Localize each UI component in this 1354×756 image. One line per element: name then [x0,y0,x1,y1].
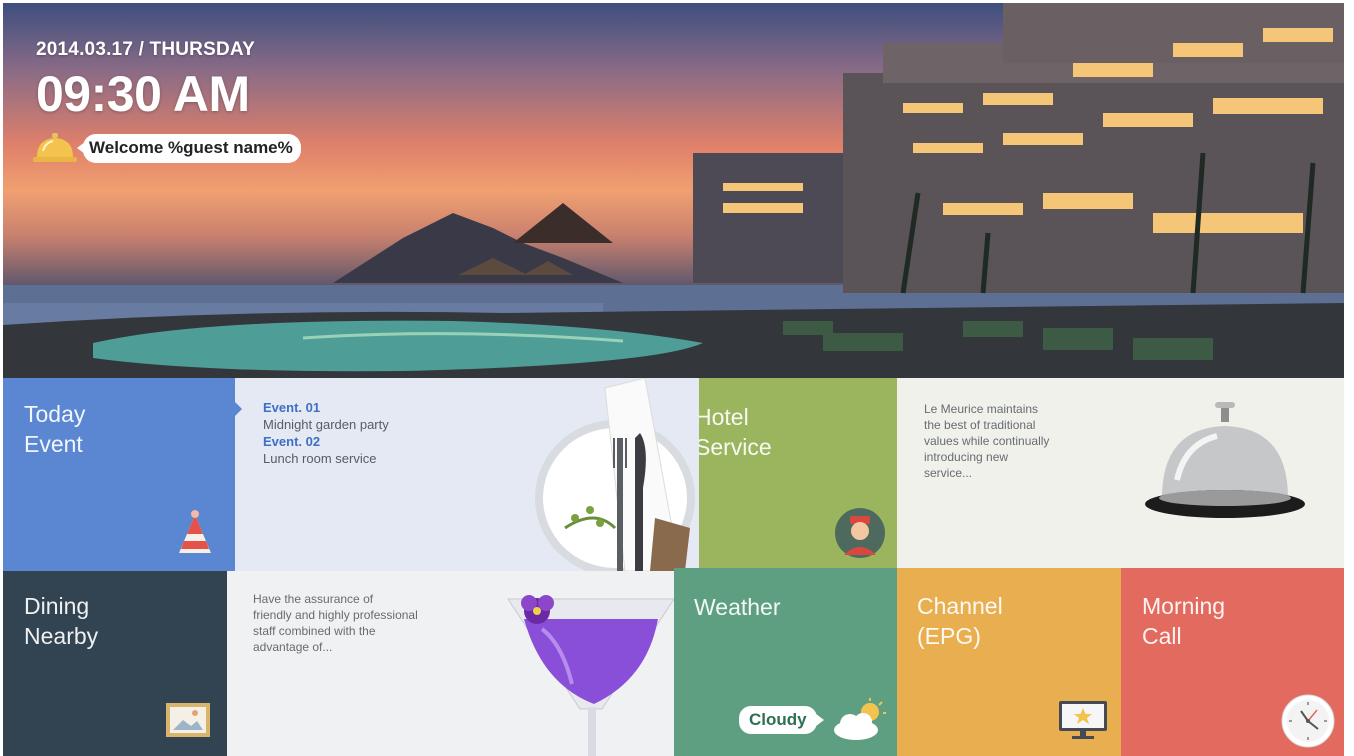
title-line: Event [24,431,83,457]
event-text: Midnight garden party [263,417,389,432]
hotel-service-description: Le Meurice maintains the best of traditi… [924,401,1049,481]
tile-title: Dining Nearby [24,591,98,651]
bellboy-icon [835,508,885,558]
tile-hotel-service[interactable]: Hotel Service [699,378,897,571]
title-line: (EPG) [917,623,981,649]
event-text: Lunch room service [263,451,377,466]
welcome-bubble: Welcome %guest name% [77,133,301,163]
tile-channel-epg[interactable]: Channel (EPG) [897,568,1121,756]
hotel-service-detail[interactable]: Le Meurice maintains the best of traditi… [897,378,1344,571]
tile-today-event[interactable]: Today Event [3,378,235,571]
weather-condition-badge: Cloudy [739,706,824,734]
dining-nearby-detail[interactable]: Have the assurance of friendly and highl… [227,571,674,756]
desc-line: introducing new [924,450,1009,464]
call-bell-image [1145,402,1305,518]
desc-line: friendly and highly professional [253,608,418,622]
tile-title: Today Event [24,399,85,459]
title-line: Today [24,401,86,427]
list-item[interactable]: Event. 01 Midnight garden party [263,399,389,433]
title-line: Channel [917,593,1003,619]
tile-title: Hotel Service [699,402,772,462]
title-line: Morning [1142,593,1226,619]
desc-line: Le Meurice maintains [924,402,1039,416]
tv-star-icon [1059,701,1107,739]
tile-title: Channel (EPG) [917,591,1003,651]
party-hat-icon [179,510,211,553]
event-label: Event. 02 [263,434,321,449]
dinner-plate-image [535,378,695,571]
title-line: Nearby [24,623,99,649]
desc-line: the best of traditional [924,418,1036,432]
tile-title: Morning Call [1142,591,1225,651]
time-label: 09:30 AM [36,66,250,122]
hero-banner: 2014.03.17 / THURSDAY 09:30 AM Welcome %… [3,3,1344,378]
title-line: Dining [24,593,90,619]
cocktail-glass-image [507,595,674,756]
desc-line: advantage of... [253,640,333,654]
pointer-arrow [235,402,242,416]
title-line: Service [699,434,772,460]
clock-icon [1281,694,1335,748]
date-label: 2014.03.17 / THURSDAY [36,39,255,60]
tile-weather[interactable]: Weather Cloudy [674,568,897,756]
event-list: Event. 01 Midnight garden party Event. 0… [263,399,389,467]
tile-title: Weather [694,594,781,620]
desc-line: staff combined with the [253,624,376,638]
datetime-display: 2014.03.17 / THURSDAY 09:30 AM [36,39,255,123]
tile-morning-call[interactable]: Morning Call [1121,568,1344,756]
picture-frame-icon [166,703,210,737]
cloud-sun-icon [834,698,886,740]
title-line: Call [1142,623,1182,649]
tile-dining-nearby[interactable]: Dining Nearby [3,571,227,756]
event-label: Event. 01 [263,400,321,415]
service-bell-icon [33,133,77,162]
today-event-detail[interactable]: Event. 01 Midnight garden party Event. 0… [235,378,700,571]
desc-line: Have the assurance of [253,592,374,606]
list-item[interactable]: Event. 02 Lunch room service [263,433,389,467]
dining-nearby-description: Have the assurance of friendly and highl… [253,591,418,655]
title-line: Hotel [699,404,749,430]
desc-line: values while continually [924,434,1050,448]
desc-line: service... [924,466,973,480]
welcome-message: Welcome %guest name% [33,131,301,165]
